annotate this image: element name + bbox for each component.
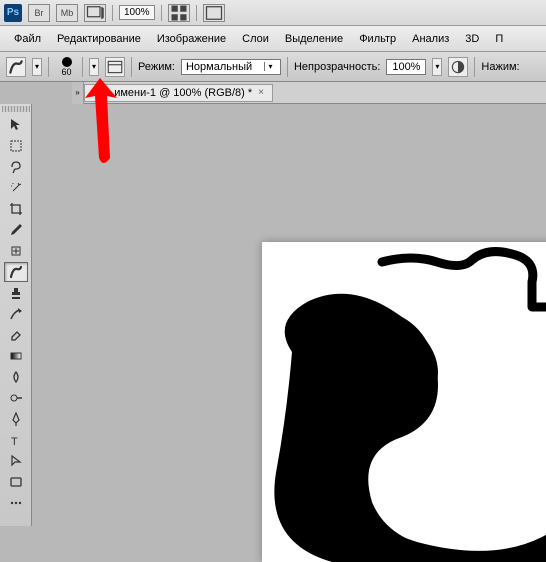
- extras-button[interactable]: [203, 4, 225, 22]
- menu-view[interactable]: П: [487, 31, 511, 47]
- workspace: T: [0, 104, 546, 526]
- menu-filter[interactable]: Фильтр: [351, 31, 404, 47]
- blend-mode-value: Нормальный: [186, 61, 252, 73]
- flow-label: Нажим:: [481, 61, 519, 73]
- shape-tool[interactable]: [4, 472, 28, 492]
- brush-stroke-art: [262, 242, 546, 562]
- menu-layers[interactable]: Слои: [234, 31, 277, 47]
- mode-label: Режим:: [138, 61, 175, 73]
- marquee-tool[interactable]: [4, 136, 28, 156]
- svg-text:T: T: [11, 436, 18, 448]
- healing-tool[interactable]: [4, 241, 28, 261]
- document-canvas[interactable]: [262, 242, 546, 562]
- blur-tool[interactable]: [4, 367, 28, 387]
- ps-logo-icon: Ps: [4, 4, 22, 22]
- screen-mode-button[interactable]: [84, 4, 106, 22]
- move-tool[interactable]: [4, 115, 28, 135]
- menu-bar: Файл Редактирование Изображение Слои Выд…: [0, 26, 546, 52]
- stamp-tool[interactable]: [4, 283, 28, 303]
- menu-edit[interactable]: Редактирование: [49, 31, 149, 47]
- path-select-tool[interactable]: [4, 451, 28, 471]
- toolbox-grip[interactable]: [2, 106, 30, 112]
- tool-preset-icon[interactable]: [6, 57, 26, 77]
- lasso-tool[interactable]: [4, 157, 28, 177]
- wand-tool[interactable]: [4, 178, 28, 198]
- opacity-input[interactable]: 100%: [386, 59, 426, 75]
- dodge-tool[interactable]: [4, 388, 28, 408]
- crop-tool[interactable]: [4, 199, 28, 219]
- minibridge-button[interactable]: Mb: [56, 4, 78, 22]
- options-bar: ▾ 60 ▾ Режим: Нормальный ▾ Непрозрачност…: [0, 52, 546, 82]
- tablet-opacity-button[interactable]: [448, 57, 468, 77]
- title-bar: Ps Br Mb 100%: [0, 0, 546, 26]
- document-tab[interactable]: Без имени-1 @ 100% (RGB/8) * ×: [84, 84, 273, 102]
- more-tools-icon[interactable]: [4, 493, 28, 513]
- brush-preset-picker[interactable]: 60: [55, 57, 83, 77]
- blend-mode-select[interactable]: Нормальный ▾: [181, 59, 281, 75]
- arrange-button[interactable]: [168, 4, 190, 22]
- eraser-tool[interactable]: [4, 325, 28, 345]
- opacity-dropdown-icon[interactable]: ▾: [432, 58, 442, 76]
- canvas-area: [32, 104, 546, 526]
- pen-tool[interactable]: [4, 409, 28, 429]
- document-tab-title: Без имени-1 @ 100% (RGB/8) *: [93, 87, 252, 99]
- eyedropper-tool[interactable]: [4, 220, 28, 240]
- zoom-level[interactable]: 100%: [119, 5, 155, 20]
- brush-preset-dropdown-icon[interactable]: ▾: [89, 58, 99, 76]
- tab-scroll-icon[interactable]: »: [72, 82, 84, 104]
- bridge-button[interactable]: Br: [28, 4, 50, 22]
- history-brush-tool[interactable]: [4, 304, 28, 324]
- menu-select[interactable]: Выделение: [277, 31, 351, 47]
- gradient-tool[interactable]: [4, 346, 28, 366]
- chevron-down-icon: ▾: [264, 62, 276, 71]
- brush-panel-button[interactable]: [105, 57, 125, 77]
- toolbox: T: [0, 104, 32, 526]
- opacity-label: Непрозрачность:: [294, 61, 380, 73]
- tool-preset-dropdown-icon[interactable]: ▾: [32, 58, 42, 76]
- brush-tip-icon: [62, 57, 72, 67]
- brush-size-label: 60: [61, 67, 71, 77]
- menu-image[interactable]: Изображение: [149, 31, 234, 47]
- menu-3d[interactable]: 3D: [457, 31, 487, 47]
- menu-analyze[interactable]: Анализ: [404, 31, 457, 47]
- type-tool[interactable]: T: [4, 430, 28, 450]
- brush-tool[interactable]: [4, 262, 28, 282]
- menu-file[interactable]: Файл: [6, 31, 49, 47]
- tab-close-button[interactable]: ×: [258, 87, 264, 98]
